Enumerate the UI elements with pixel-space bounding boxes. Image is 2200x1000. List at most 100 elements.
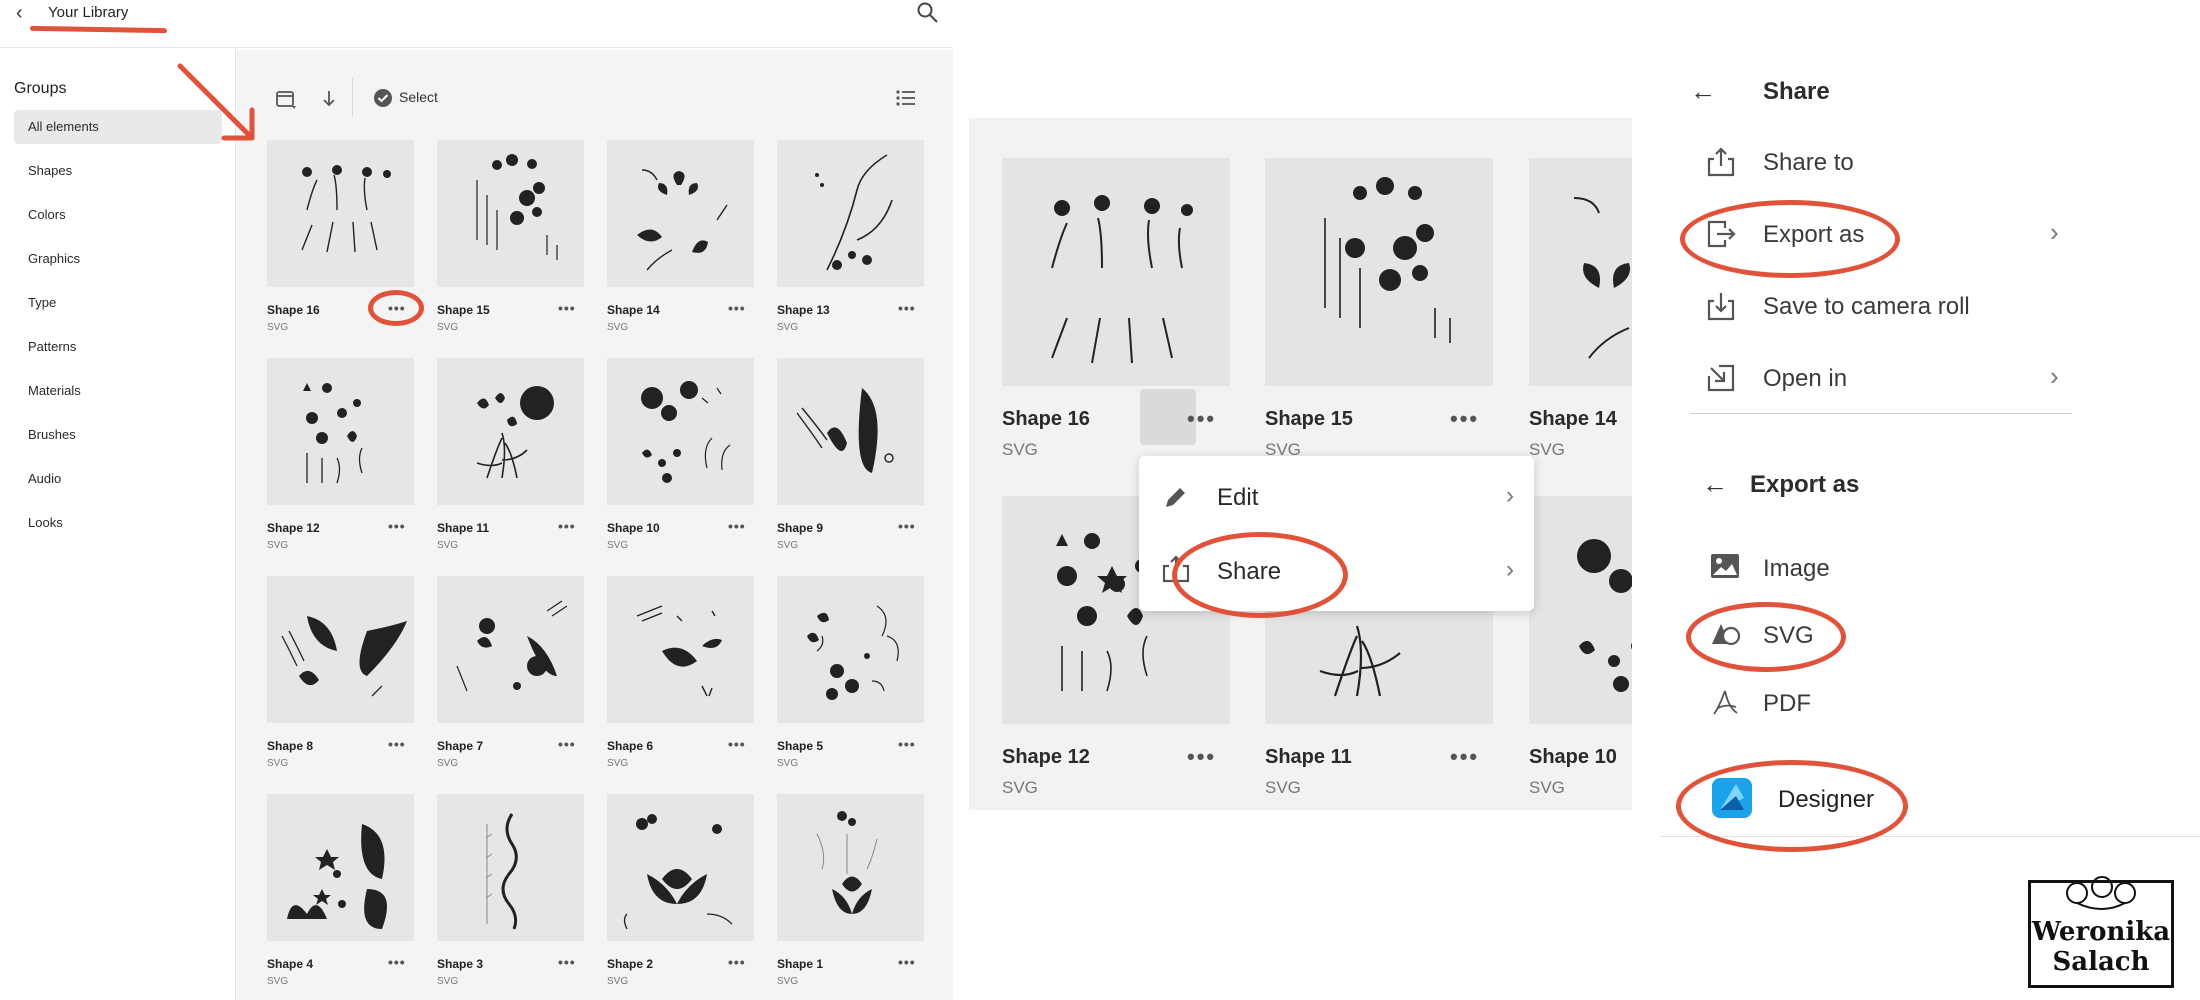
shape-thumbnail[interactable] bbox=[607, 140, 754, 287]
shape-thumbnail[interactable] bbox=[437, 576, 584, 723]
shape-type: SVG bbox=[437, 758, 459, 769]
more-options-button[interactable]: ••• bbox=[558, 736, 576, 752]
share-to-item[interactable]: Share to bbox=[1763, 149, 1854, 177]
save-to-camera-roll-item[interactable]: Save to camera roll bbox=[1763, 293, 1970, 321]
more-options-button[interactable]: ••• bbox=[1450, 406, 1479, 432]
shape-thumbnail[interactable] bbox=[267, 576, 414, 723]
shape-artwork bbox=[816, 811, 878, 914]
shape-artwork bbox=[637, 169, 728, 271]
more-options-button[interactable]: ••• bbox=[1187, 744, 1216, 770]
back-arrow-icon[interactable]: ← bbox=[1702, 469, 1728, 500]
check-circle-icon[interactable] bbox=[372, 87, 394, 109]
more-options-button[interactable]: ••• bbox=[388, 300, 406, 316]
flower-doodle-icon bbox=[2066, 876, 2136, 910]
more-options-button[interactable]: ••• bbox=[1187, 406, 1216, 432]
shape-thumbnail[interactable] bbox=[1529, 496, 1632, 724]
export-pdf-item[interactable]: PDF bbox=[1763, 690, 1811, 718]
menu-item-share[interactable]: Share › bbox=[1139, 536, 1534, 608]
download-icon bbox=[1707, 293, 1735, 321]
groups-heading: Groups bbox=[14, 80, 67, 97]
export-as-item[interactable]: Export as bbox=[1763, 221, 1864, 249]
more-options-button[interactable]: ••• bbox=[728, 300, 746, 316]
more-options-button[interactable]: ••• bbox=[388, 736, 406, 752]
shape-thumbnail[interactable] bbox=[1002, 158, 1230, 386]
more-options-button[interactable]: ••• bbox=[728, 518, 746, 534]
select-button[interactable]: Select bbox=[399, 89, 438, 105]
shape-thumbnail[interactable] bbox=[437, 358, 584, 505]
sidebar-item-brushes[interactable]: Brushes bbox=[14, 418, 222, 452]
image-icon bbox=[1711, 554, 1739, 578]
more-options-button[interactable]: ••• bbox=[558, 300, 576, 316]
shape-type: SVG bbox=[1529, 778, 1565, 797]
shape-artwork bbox=[303, 383, 363, 484]
more-options-button[interactable]: ••• bbox=[388, 954, 406, 970]
shape-thumbnail[interactable] bbox=[607, 358, 754, 505]
chevron-left-icon[interactable]: ‹ bbox=[16, 2, 23, 25]
more-options-button[interactable]: ••• bbox=[898, 300, 916, 316]
watermark-logo: Weronika Salach bbox=[2028, 876, 2174, 988]
list-view-icon[interactable] bbox=[895, 88, 917, 108]
shape-artwork bbox=[281, 616, 407, 697]
shape-thumbnail[interactable] bbox=[1529, 158, 1632, 386]
shape-name: Shape 11 bbox=[1265, 746, 1352, 768]
sidebar-item-colors[interactable]: Colors bbox=[14, 198, 222, 232]
shape-artwork bbox=[623, 814, 733, 930]
shape-thumbnail[interactable] bbox=[607, 794, 754, 941]
share-out-icon bbox=[1707, 147, 1735, 177]
shape-artwork bbox=[456, 600, 568, 692]
shape-thumbnail[interactable] bbox=[267, 140, 414, 287]
export-designer-item[interactable]: Designer bbox=[1778, 786, 1874, 814]
sidebar-item-looks[interactable]: Looks bbox=[14, 506, 222, 540]
shape-type: SVG bbox=[607, 540, 629, 551]
sidebar-item-type[interactable]: Type bbox=[14, 286, 222, 320]
menu-item-edit[interactable]: Edit › bbox=[1139, 462, 1534, 534]
shape-thumbnail[interactable] bbox=[777, 576, 924, 723]
sidebar-item-patterns[interactable]: Patterns bbox=[14, 330, 222, 364]
more-options-button[interactable]: ••• bbox=[898, 518, 916, 534]
export-image-item[interactable]: Image bbox=[1763, 555, 1830, 583]
shape-thumbnail[interactable] bbox=[437, 140, 584, 287]
shape-artwork bbox=[485, 813, 518, 930]
more-options-button[interactable]: ••• bbox=[388, 518, 406, 534]
sort-down-icon[interactable] bbox=[319, 88, 339, 110]
more-options-button[interactable]: ••• bbox=[558, 518, 576, 534]
shape-name: Shape 14 bbox=[607, 303, 660, 317]
shape-thumbnail[interactable] bbox=[607, 576, 754, 723]
sidebar-item-audio[interactable]: Audio bbox=[14, 462, 222, 496]
shape-type: SVG bbox=[437, 540, 459, 551]
shape-artwork bbox=[1577, 539, 1632, 692]
more-options-button[interactable]: ••• bbox=[558, 954, 576, 970]
shape-artwork bbox=[1573, 197, 1630, 359]
shape-type: SVG bbox=[777, 322, 799, 333]
affinity-designer-icon bbox=[1712, 778, 1752, 818]
export-svg-item[interactable]: SVG bbox=[1763, 622, 1814, 650]
more-options-button[interactable]: ••• bbox=[728, 736, 746, 752]
shape-thumbnail[interactable] bbox=[777, 794, 924, 941]
shape-type: SVG bbox=[267, 540, 289, 551]
sidebar-item-shapes[interactable]: Shapes bbox=[14, 154, 222, 188]
more-options-button[interactable]: ••• bbox=[898, 954, 916, 970]
sidebar-item-materials[interactable]: Materials bbox=[14, 374, 222, 408]
shape-type: SVG bbox=[437, 322, 459, 333]
chevron-right-icon: › bbox=[2050, 217, 2059, 247]
back-arrow-icon[interactable]: ← bbox=[1690, 76, 1716, 107]
shape-thumbnail[interactable] bbox=[437, 794, 584, 941]
shape-type: SVG bbox=[607, 758, 629, 769]
search-icon[interactable] bbox=[915, 0, 941, 26]
shape-thumbnail[interactable] bbox=[1265, 158, 1493, 386]
context-menu: Edit › Share › bbox=[1139, 456, 1534, 611]
shape-thumbnail[interactable] bbox=[777, 358, 924, 505]
sidebar-item-graphics[interactable]: Graphics bbox=[14, 242, 222, 276]
shape-name: Shape 15 bbox=[1265, 408, 1353, 430]
more-options-button[interactable]: ••• bbox=[1450, 744, 1479, 770]
shape-thumbnail[interactable] bbox=[777, 140, 924, 287]
more-options-button[interactable]: ••• bbox=[728, 954, 746, 970]
shape-artwork bbox=[1324, 177, 1451, 343]
shape-thumbnail[interactable] bbox=[267, 794, 414, 941]
open-in-item[interactable]: Open in bbox=[1763, 365, 1847, 393]
shape-name: Shape 2 bbox=[607, 957, 654, 971]
calendar-sort-icon[interactable] bbox=[274, 87, 298, 111]
more-options-button[interactable]: ••• bbox=[898, 736, 916, 752]
svg-shapes-icon bbox=[1712, 624, 1741, 646]
shape-thumbnail[interactable] bbox=[267, 358, 414, 505]
